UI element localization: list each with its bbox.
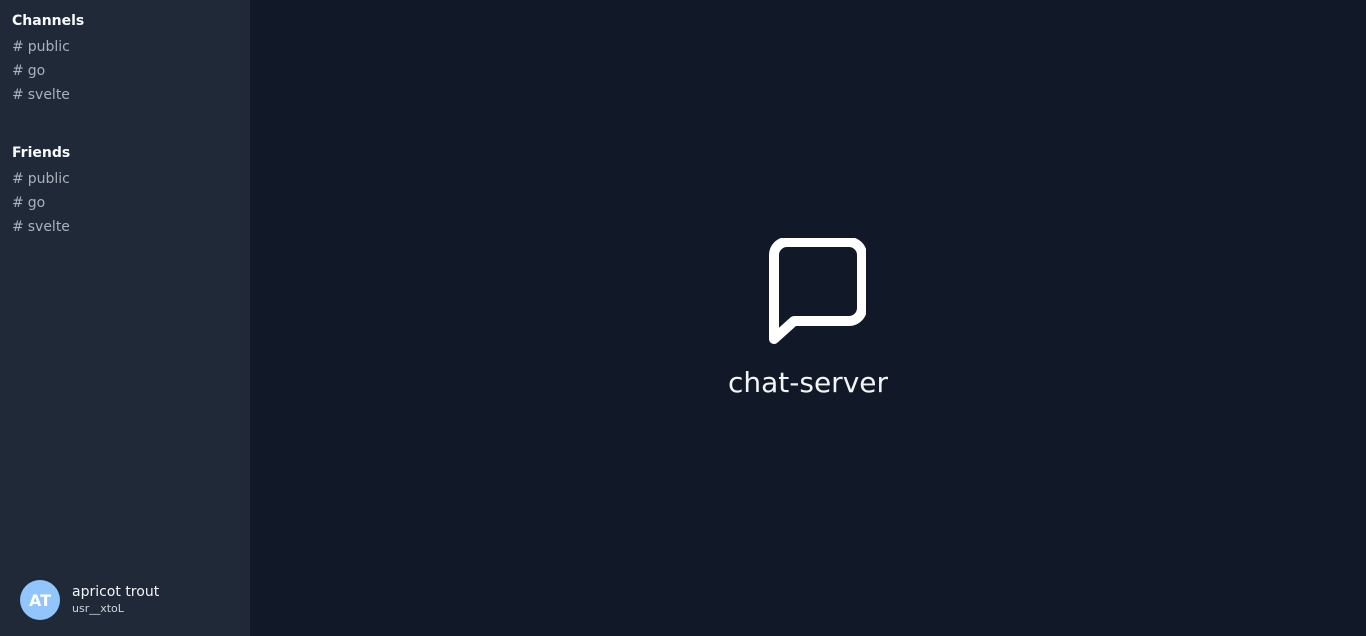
friend-item-go[interactable]: # go — [12, 191, 238, 215]
user-id: usr__xtoL — [72, 602, 124, 615]
friends-section: Friends # public # go # svelte — [12, 143, 238, 239]
channel-label: go — [27, 63, 46, 79]
welcome-brand: chat-server — [250, 238, 1366, 400]
sidebar: Channels # public # go # svelte Friends … — [0, 0, 250, 636]
hash-icon: # — [12, 171, 24, 187]
friend-label: go — [27, 195, 46, 211]
hash-icon: # — [12, 195, 24, 211]
hash-icon: # — [12, 87, 24, 103]
chat-bubble-icon — [769, 238, 866, 344]
hash-icon: # — [12, 39, 24, 55]
channel-label: svelte — [27, 87, 70, 103]
hash-icon: # — [12, 63, 24, 79]
friends-heading: Friends — [12, 145, 71, 161]
main-panel: chat-server — [250, 0, 1366, 636]
channel-label: public — [27, 39, 70, 55]
user-info: apricot trout usr__xtoL — [72, 583, 159, 617]
app-window: Channels # public # go # svelte Friends … — [0, 0, 1366, 636]
user-panel[interactable]: AT apricot trout usr__xtoL — [20, 580, 159, 620]
channel-item-svelte[interactable]: # svelte — [12, 83, 238, 107]
hash-icon: # — [12, 219, 24, 235]
user-name: apricot trout — [72, 584, 160, 600]
app-title: chat-server — [727, 366, 888, 399]
channels-section: Channels # public # go # svelte — [12, 11, 238, 107]
friend-label: svelte — [27, 219, 70, 235]
channels-heading: Channels — [12, 13, 85, 29]
channel-item-go[interactable]: # go — [12, 59, 238, 83]
avatar[interactable]: AT — [20, 580, 60, 620]
channel-item-public[interactable]: # public — [12, 35, 238, 59]
friend-label: public — [27, 171, 70, 187]
friend-item-svelte[interactable]: # svelte — [12, 215, 238, 239]
friend-item-public[interactable]: # public — [12, 167, 238, 191]
